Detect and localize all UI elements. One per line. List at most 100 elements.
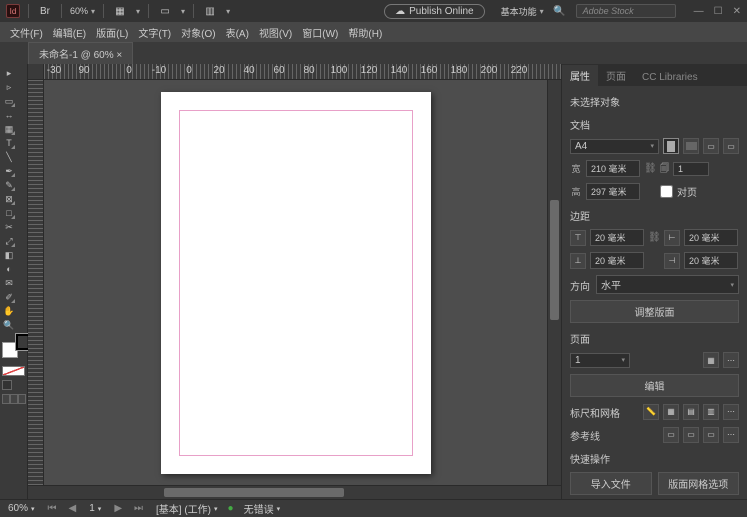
- document-tab[interactable]: 未命名-1 @ 60% ×: [28, 42, 133, 64]
- rectangle-tool[interactable]: □: [3, 207, 15, 219]
- pages-panel-icon[interactable]: ▦: [703, 352, 719, 368]
- pages-more-icon[interactable]: ⋯: [723, 352, 739, 368]
- gradient-feather-tool[interactable]: ◐: [3, 263, 15, 275]
- scrollbar-v-thumb[interactable]: [550, 200, 559, 320]
- direct-selection-tool[interactable]: ▹: [3, 81, 15, 93]
- search-input[interactable]: Adobe Stock: [576, 4, 676, 18]
- orientation-portrait-button[interactable]: [663, 138, 679, 154]
- eyedropper-tool[interactable]: ✐: [3, 291, 15, 303]
- type-tool[interactable]: T: [3, 137, 15, 149]
- normal-mode[interactable]: [2, 394, 10, 404]
- edit-pages-button[interactable]: 编辑: [570, 374, 739, 397]
- guides-button-1[interactable]: ▭: [663, 427, 679, 443]
- note-tool[interactable]: ✉: [3, 277, 15, 289]
- menu-view[interactable]: 视图(V): [255, 23, 296, 42]
- pen-tool[interactable]: ✒: [3, 165, 15, 177]
- zoom-dropdown[interactable]: 60%: [70, 6, 95, 16]
- page-last-button[interactable]: ⏭: [131, 503, 146, 514]
- ruler-vertical[interactable]: [28, 80, 44, 485]
- screen-mode-dropdown[interactable]: [181, 7, 185, 16]
- preview-mode[interactable]: [10, 394, 18, 404]
- document-viewport[interactable]: [44, 80, 547, 485]
- status-preflight-dropdown[interactable]: 无错误: [240, 501, 285, 516]
- grid-button-1[interactable]: ▦: [663, 404, 679, 420]
- layout-grid-options-button[interactable]: 版面网格选项: [658, 472, 740, 495]
- menu-table[interactable]: 表(A): [222, 23, 253, 42]
- screen-mode-icon[interactable]: ▭: [157, 3, 173, 19]
- grid-button-2[interactable]: ▤: [683, 404, 699, 420]
- scrollbar-vertical[interactable]: [547, 80, 561, 485]
- facing-pages-checkbox[interactable]: [660, 185, 673, 198]
- pages-count-input[interactable]: 1: [673, 162, 709, 176]
- tab-properties[interactable]: 属性: [562, 65, 598, 86]
- margin-left-input[interactable]: 20 毫米: [684, 229, 738, 246]
- orientation-select[interactable]: 水平: [596, 275, 739, 294]
- minimize-button[interactable]: —: [694, 6, 704, 17]
- guides-more-icon[interactable]: ⋯: [723, 427, 739, 443]
- adjust-layout-button[interactable]: 调整版面: [570, 300, 739, 323]
- content-collector-tool[interactable]: ▦: [3, 123, 15, 135]
- status-page-dropdown[interactable]: 1: [85, 503, 105, 514]
- margin-top-input[interactable]: 20 毫米: [590, 229, 644, 246]
- menu-window[interactable]: 窗口(W): [298, 23, 342, 42]
- maximize-button[interactable]: ☐: [714, 6, 723, 17]
- zoom-tool[interactable]: 🔍: [3, 319, 15, 331]
- close-button[interactable]: ✕: [733, 6, 741, 17]
- guides-button-3[interactable]: ▭: [703, 427, 719, 443]
- free-transform-tool[interactable]: ⤢: [3, 235, 15, 247]
- view-options-dropdown[interactable]: [136, 7, 140, 16]
- tab-cc-libraries[interactable]: CC Libraries: [634, 69, 706, 86]
- ruler-horizontal[interactable]: -30 90 0 -10 0 20 40 60 80 100 120 140 1…: [28, 64, 561, 80]
- menu-help[interactable]: 帮助(H): [344, 23, 386, 42]
- page-prev-button[interactable]: ◀: [66, 503, 80, 514]
- binding-rtl-button[interactable]: ▭: [723, 138, 739, 154]
- ruler-units-button[interactable]: 📏: [643, 404, 659, 420]
- tab-pages[interactable]: 页面: [598, 65, 634, 86]
- margin-bottom-input[interactable]: 20 毫米: [590, 252, 644, 269]
- grid-button-3[interactable]: ▥: [703, 404, 719, 420]
- page[interactable]: [161, 92, 431, 474]
- ruler-origin[interactable]: [28, 64, 44, 80]
- page-next-button[interactable]: ▶: [111, 503, 125, 514]
- height-input[interactable]: 297 毫米: [586, 183, 640, 200]
- arrange-icon[interactable]: ▥: [202, 3, 218, 19]
- format-container[interactable]: [2, 380, 12, 390]
- selection-tool[interactable]: ▸: [3, 67, 15, 79]
- import-file-button[interactable]: 导入文件: [570, 472, 652, 495]
- scrollbar-horizontal[interactable]: [44, 486, 545, 499]
- pencil-tool[interactable]: ✎: [3, 179, 15, 191]
- page-preset-select[interactable]: A4: [570, 139, 659, 154]
- scissors-tool[interactable]: ✂: [3, 221, 15, 233]
- workspace-dropdown[interactable]: 基本功能: [501, 5, 544, 18]
- menu-object[interactable]: 对象(O): [177, 23, 219, 42]
- status-zoom-dropdown[interactable]: 60%: [4, 503, 39, 514]
- link-dimensions-icon[interactable]: ⛓: [644, 163, 656, 174]
- hand-tool[interactable]: ✋: [3, 305, 15, 317]
- default-fill-stroke[interactable]: [2, 366, 25, 376]
- bridge-icon[interactable]: Br: [37, 3, 53, 19]
- search-icon[interactable]: 🔍: [552, 3, 568, 19]
- view-options-icon[interactable]: ▦: [112, 3, 128, 19]
- orientation-landscape-button[interactable]: [683, 138, 699, 154]
- menu-type[interactable]: 文字(T): [134, 23, 175, 42]
- page-navigator-select[interactable]: 1: [570, 353, 630, 368]
- line-tool[interactable]: ╲: [3, 151, 15, 163]
- menu-layout[interactable]: 版面(L): [92, 23, 132, 42]
- menu-edit[interactable]: 编辑(E): [49, 23, 90, 42]
- menu-file[interactable]: 文件(F): [6, 23, 47, 42]
- grid-more-icon[interactable]: ⋯: [723, 404, 739, 420]
- gap-tool[interactable]: ↔: [3, 109, 15, 121]
- bleed-mode[interactable]: [18, 394, 26, 404]
- gradient-swatch-tool[interactable]: ◧: [3, 249, 15, 261]
- status-view-dropdown[interactable]: [基本] (工作): [152, 501, 222, 516]
- width-input[interactable]: 210 毫米: [586, 160, 640, 177]
- margin-right-input[interactable]: 20 毫米: [684, 252, 738, 269]
- publish-online-button[interactable]: Publish Online: [384, 4, 484, 19]
- scrollbar-h-thumb[interactable]: [164, 488, 344, 497]
- page-first-button[interactable]: ⏮: [45, 503, 60, 514]
- rectangle-frame-tool[interactable]: ⊠: [3, 193, 15, 205]
- page-tool[interactable]: ▭: [3, 95, 15, 107]
- binding-ltr-button[interactable]: ▭: [703, 138, 719, 154]
- guides-button-2[interactable]: ▭: [683, 427, 699, 443]
- arrange-dropdown[interactable]: [226, 7, 230, 16]
